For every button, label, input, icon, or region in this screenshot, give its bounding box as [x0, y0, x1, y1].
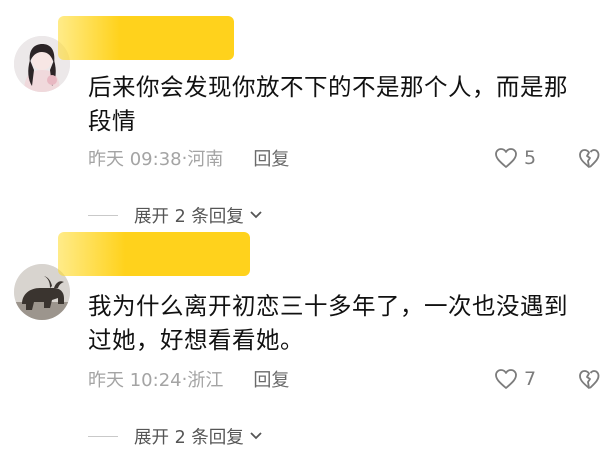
heart-icon [495, 148, 517, 168]
chevron-down-icon [249, 210, 263, 220]
like-button[interactable]: 5 [494, 145, 536, 171]
expand-replies-button[interactable]: 展开 2 条回复 [88, 203, 263, 227]
expand-replies-label: 展开 2 条回复 [134, 427, 244, 448]
username-highlight[interactable] [58, 232, 250, 276]
dislike-button[interactable] [578, 146, 600, 170]
username-highlight[interactable] [58, 16, 234, 60]
reply-button[interactable]: 回复 [253, 366, 289, 392]
broken-heart-icon [579, 370, 600, 389]
like-button[interactable]: 7 [494, 366, 536, 392]
comment-item: 我为什么离开初恋三十多年了，一次也没遇到过她，好想看看她。 昨天 10:24 ·… [0, 226, 602, 452]
comment-text: 我为什么离开初恋三十多年了，一次也没遇到过她，好想看看她。 [88, 292, 568, 354]
expand-replies-button[interactable]: 展开 2 条回复 [88, 424, 263, 448]
comment-text: 后来你会发现你放不下的不是那个人，而是那段情 [88, 73, 568, 135]
heart-icon [495, 369, 517, 389]
like-count: 7 [524, 368, 537, 390]
expand-replies-label: 展开 2 条回复 [134, 206, 244, 227]
comment-location: 浙江 [187, 370, 224, 391]
dislike-button[interactable] [578, 367, 600, 391]
comment-meta: 昨天 10:24 · 浙江 回复 [88, 366, 289, 392]
comment-time: 昨天 09:38 [88, 149, 182, 170]
divider-line [88, 435, 118, 437]
reply-button[interactable]: 回复 [253, 145, 289, 171]
comment-meta: 昨天 09:38 · 河南 回复 [88, 145, 289, 171]
divider-line [88, 214, 118, 216]
comment-location: 河南 [187, 149, 224, 170]
broken-heart-icon [579, 149, 600, 168]
comment-time: 昨天 10:24 [88, 370, 182, 391]
chevron-down-icon [249, 431, 263, 441]
like-count: 5 [524, 147, 537, 169]
comment-item: 后来你会发现你放不下的不是那个人，而是那段情 昨天 09:38 · 河南 回复 … [0, 0, 602, 227]
